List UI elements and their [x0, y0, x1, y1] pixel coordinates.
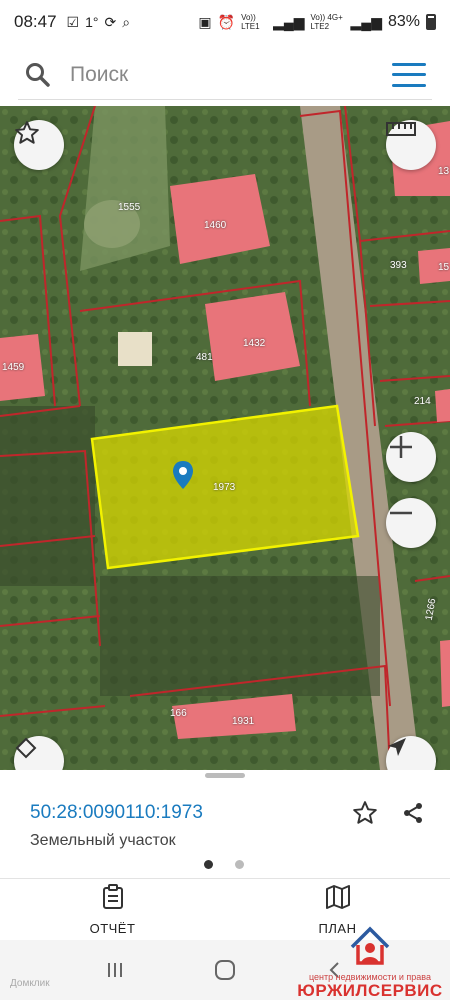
recent-apps-icon[interactable]: [95, 950, 135, 990]
map-view[interactable]: 1555 1460 1432 481 1459 1973 393 214 126…: [0, 106, 450, 770]
brand-logo-icon: [348, 925, 392, 974]
parcel-label: 1460: [204, 220, 227, 231]
battery-icon: [426, 14, 436, 30]
search-input[interactable]: Поиск: [70, 63, 392, 87]
cadastral-number[interactable]: 50:28:0090110:1973: [30, 802, 203, 824]
source-watermark: Домклик: [10, 978, 50, 989]
search-notification-icon: ⌕: [122, 13, 131, 30]
favorite-star-icon[interactable]: [350, 798, 380, 828]
signal-sim2: Vo)) 4G+ LTE2: [310, 13, 343, 31]
parcel-label: 1973: [213, 482, 236, 493]
parcel-label: 15: [438, 262, 450, 273]
map-plan-icon: [325, 884, 351, 915]
parcel-label: 214: [414, 396, 431, 407]
status-left-icons: ☑ 1° ⟳ ⌕: [67, 14, 131, 31]
brand-watermark: центр недвижимости и права ЮРЖИЛСЕРВИС: [290, 925, 450, 1000]
ruler-icon[interactable]: [386, 120, 436, 170]
map-canvas[interactable]: [0, 106, 450, 770]
zoom-out-icon[interactable]: [386, 498, 436, 548]
page-dot[interactable]: [235, 860, 244, 869]
search-icon[interactable]: [18, 55, 58, 95]
parcel-label: 166: [170, 708, 187, 719]
tab-report[interactable]: ОТЧЁТ: [0, 879, 225, 940]
zoom-in-icon[interactable]: [386, 432, 436, 482]
parcel-label: 1459: [2, 362, 25, 373]
page-indicator: [204, 860, 244, 869]
search-header: Поиск: [0, 44, 450, 106]
app-notification-icon: ▣: [198, 13, 212, 30]
parcel-label: 1555: [118, 202, 141, 213]
check-notification-icon: ☑: [66, 13, 80, 30]
brand-name: ЮРЖИЛСЕРВИС: [297, 981, 443, 1000]
signal-bars-icon: ▂▄▆: [273, 13, 305, 30]
status-bar: 08:47 ☑ 1° ⟳ ⌕ ▣ ⏰ Vo)) LTE1 ▂▄▆ Vo)) 4G…: [0, 0, 450, 44]
parcel-label: 481: [196, 352, 213, 363]
parcel-label: 393: [390, 260, 407, 271]
parcel-label: 1931: [232, 716, 255, 727]
home-icon[interactable]: [205, 950, 245, 990]
sync-icon: ⟳: [104, 13, 117, 30]
search-bar[interactable]: Поиск: [18, 50, 432, 100]
status-time: 08:47: [14, 12, 57, 31]
report-clipboard-icon: [101, 883, 125, 915]
object-info-sheet[interactable]: 50:28:0090110:1973 Земельный участок: [0, 770, 450, 878]
drag-handle[interactable]: [205, 773, 245, 778]
signal-sim1: Vo)) LTE1: [241, 13, 260, 31]
alarm-icon: ⏰: [217, 13, 236, 30]
share-icon[interactable]: [398, 798, 428, 828]
favorites-star-icon[interactable]: [14, 120, 64, 170]
parcel-label: 13: [438, 166, 450, 177]
signal-bars-icon-2: ▂▄▆: [350, 13, 382, 30]
object-type: Земельный участок: [30, 832, 176, 849]
tab-report-label: ОТЧЁТ: [89, 920, 136, 936]
status-temp: 1°: [85, 14, 99, 30]
menu-icon[interactable]: [392, 62, 426, 87]
parcel-label: 1432: [243, 338, 266, 349]
page-dot-active[interactable]: [204, 860, 213, 869]
status-right-icons: ▣ ⏰ Vo)) LTE1 ▂▄▆ Vo)) 4G+ LTE2 ▂▄▆ 83%: [198, 13, 436, 31]
battery-level: 83%: [387, 13, 420, 30]
